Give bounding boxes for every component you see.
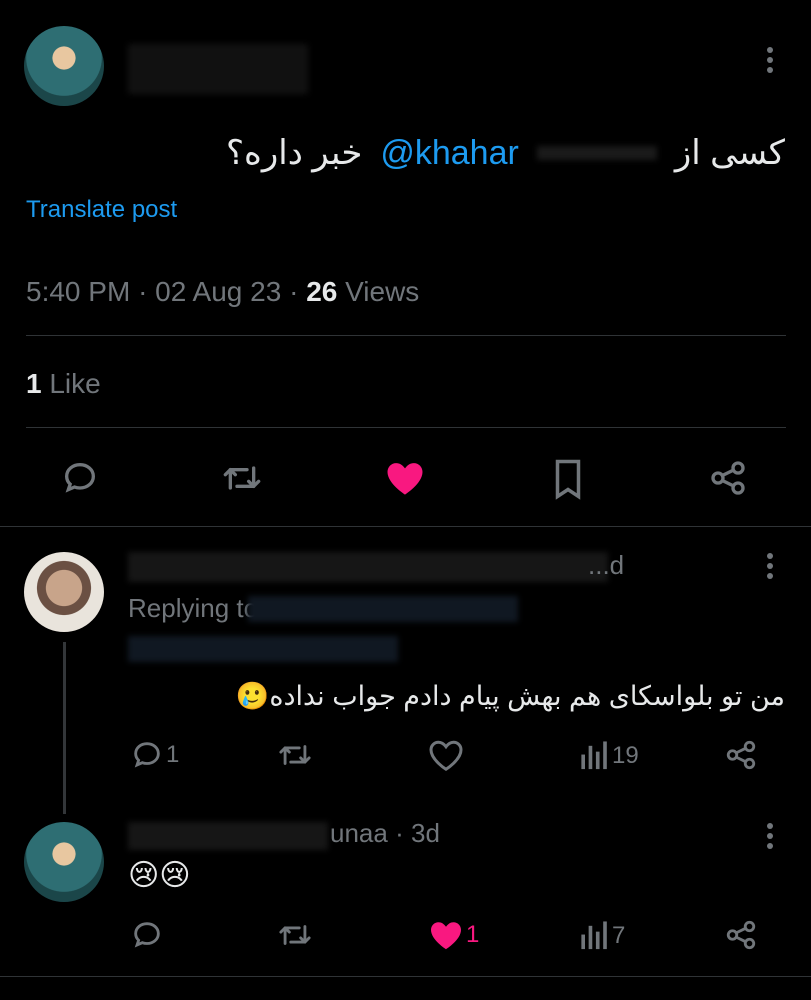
meta-separator: · <box>395 818 404 848</box>
share-icon[interactable] <box>724 918 758 952</box>
replying-handles-redacted-2 <box>128 636 398 662</box>
share-icon[interactable] <box>724 738 758 772</box>
post-time[interactable]: 5:40 PM <box>26 276 130 307</box>
post-meta: 5:40 PM · 02 Aug 23 · 26 Views <box>26 276 419 308</box>
reply-icon[interactable] <box>60 458 100 498</box>
thread-line <box>63 642 66 814</box>
heart-icon[interactable]: 1 <box>428 918 479 952</box>
author-avatar[interactable] <box>24 26 104 106</box>
repost-icon[interactable] <box>220 458 264 498</box>
reply2-name-redacted <box>128 822 328 850</box>
likes-label: Like <box>49 368 101 399</box>
reply-count: 1 <box>166 741 180 768</box>
divider <box>26 427 786 428</box>
reply2-handle-fragment: unaa <box>330 818 388 848</box>
reply2-text: 😢😢 <box>128 859 191 892</box>
likes-count: 1 <box>26 368 42 399</box>
post-text: خبر داره؟ @khahar کسی از <box>226 133 785 173</box>
author-name-redacted <box>128 44 308 94</box>
views-label: Views <box>345 276 420 307</box>
replying-to-label: Replying to <box>128 593 259 623</box>
reply2-avatar[interactable] <box>24 822 104 902</box>
reply1-header-fragment: ...d <box>588 550 625 580</box>
views-icon[interactable]: 19 <box>578 740 639 772</box>
reply1-header-redacted <box>128 552 608 582</box>
more-icon[interactable] <box>760 40 780 80</box>
likes-summary[interactable]: 1 Like <box>26 368 101 400</box>
views-count: 7 <box>612 922 626 949</box>
reply1-text: من تو بلواسکای هم بهش پیام دادم جواب ندا… <box>235 681 785 711</box>
meta-separator: · <box>138 276 148 307</box>
bookmark-icon[interactable] <box>550 458 586 500</box>
post-text-suffix: خبر داره؟ <box>225 134 363 172</box>
reply-icon[interactable] <box>130 918 164 952</box>
views-count: 19 <box>612 742 639 769</box>
mention-redacted <box>536 146 657 160</box>
reply-icon[interactable]: 1 <box>130 738 179 772</box>
reply2-meta: unaa · 3d <box>330 818 440 849</box>
divider <box>0 976 811 977</box>
post-text-prefix: کسی از <box>674 134 785 172</box>
post-date[interactable]: 02 Aug 23 <box>155 276 281 307</box>
repost-icon[interactable] <box>276 918 314 952</box>
views-count: 26 <box>306 276 338 307</box>
more-icon[interactable] <box>760 546 780 586</box>
meta-separator: · <box>289 276 299 307</box>
replying-handles-redacted <box>248 596 518 622</box>
repost-icon[interactable] <box>276 738 314 772</box>
more-icon[interactable] <box>760 816 780 856</box>
heart-icon[interactable] <box>428 738 464 772</box>
reply1-avatar[interactable] <box>24 552 104 632</box>
share-icon[interactable] <box>708 458 748 498</box>
like-count: 1 <box>466 921 480 948</box>
divider <box>26 335 786 336</box>
translate-post-link[interactable]: Translate post <box>26 196 177 224</box>
mention-link[interactable]: @khahar <box>380 134 518 173</box>
views-icon[interactable]: 7 <box>578 920 625 952</box>
reply2-time[interactable]: 3d <box>411 818 440 848</box>
divider <box>0 526 811 527</box>
heart-icon[interactable] <box>384 458 426 498</box>
